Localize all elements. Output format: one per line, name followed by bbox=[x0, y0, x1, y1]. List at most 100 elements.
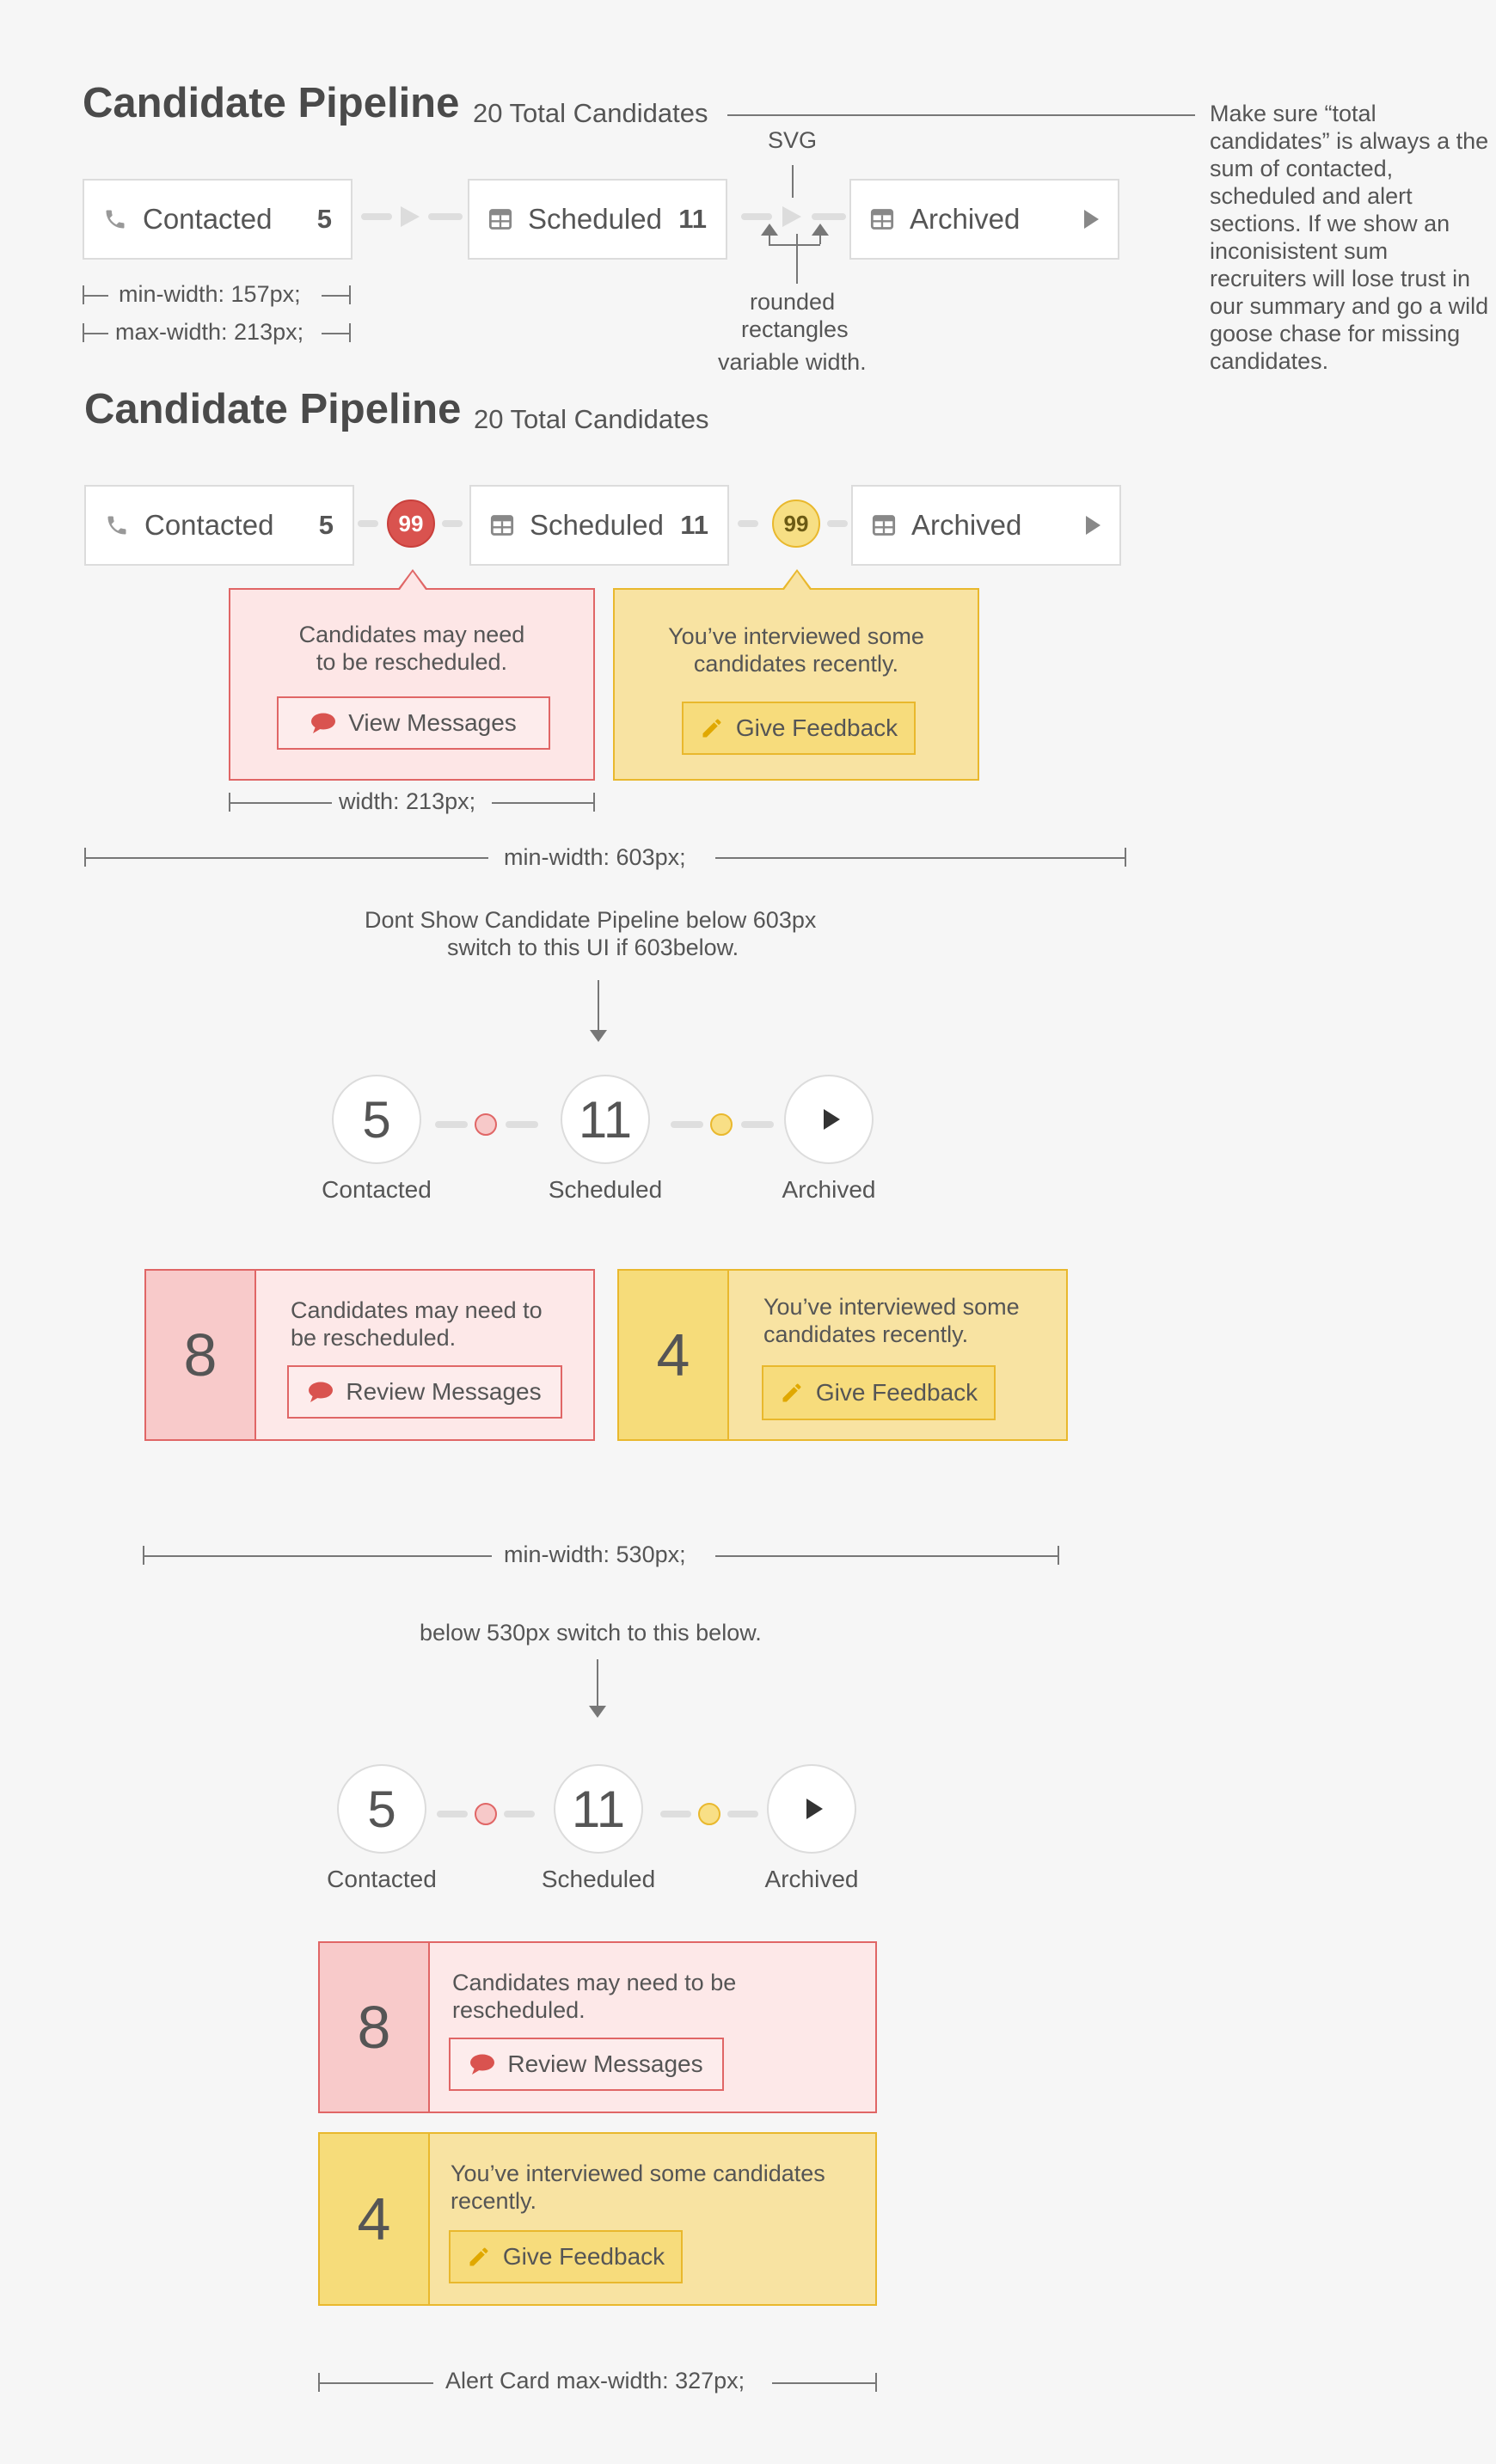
circle-contacted[interactable]: 5 bbox=[337, 1764, 426, 1854]
connector bbox=[827, 520, 848, 527]
calendar-icon bbox=[487, 205, 514, 233]
alert-message: Candidates may need to be rescheduled. bbox=[291, 1297, 543, 1351]
circle-archived[interactable] bbox=[784, 1075, 874, 1164]
alert-count: 4 bbox=[320, 2134, 430, 2304]
alert-badge-yellow[interactable]: 99 bbox=[772, 500, 820, 548]
arrow-up-icon bbox=[812, 224, 829, 236]
give-feedback-button[interactable]: Give Feedback bbox=[682, 702, 916, 755]
compact-min-width-annotation: min-width: 530px; bbox=[504, 1542, 686, 1567]
popover-reschedule: Candidates may need to be rescheduled. V… bbox=[229, 569, 595, 781]
alert-dot-yellow[interactable] bbox=[698, 1803, 720, 1825]
connector bbox=[741, 213, 772, 220]
side-note: Make sure “total candidates” is always a… bbox=[1210, 101, 1489, 374]
note-leader-line bbox=[727, 114, 1195, 116]
popover-width-annotation: width: 213px; bbox=[339, 788, 476, 814]
connector bbox=[671, 1121, 703, 1128]
calendar-icon bbox=[868, 205, 896, 233]
total-candidates: 20 Total Candidates bbox=[474, 404, 709, 434]
alert-message: Candidates may need to be rescheduled. bbox=[452, 1970, 737, 2023]
page-title: Candidate Pipeline bbox=[84, 386, 462, 432]
circle-label: Scheduled bbox=[548, 1176, 663, 1203]
connector bbox=[738, 520, 758, 527]
give-feedback-button[interactable]: Give Feedback bbox=[762, 1365, 996, 1420]
alert-dot-red[interactable] bbox=[475, 1113, 497, 1136]
alert-card-reschedule: 8 Candidates may need to be rescheduled.… bbox=[318, 1941, 877, 2113]
variable-width-annotation: variable width. bbox=[718, 349, 867, 375]
alert-dot-red[interactable] bbox=[475, 1803, 497, 1825]
stage-label: Contacted bbox=[143, 203, 273, 235]
pencil-icon bbox=[467, 2245, 491, 2269]
circle-label: Archived bbox=[782, 1176, 876, 1203]
alert-card-reschedule: 8 Candidates may need to be rescheduled.… bbox=[144, 1269, 595, 1441]
circle-contacted[interactable]: 5 bbox=[332, 1075, 421, 1164]
stage-archived[interactable]: Archived bbox=[851, 485, 1121, 566]
speech-bubble-icon bbox=[310, 712, 336, 734]
connector bbox=[504, 1811, 535, 1817]
connector-arrow-icon bbox=[401, 206, 420, 227]
speech-bubble-icon bbox=[469, 2053, 495, 2075]
connector bbox=[437, 1811, 468, 1817]
svg-annotation: SVG bbox=[768, 127, 818, 153]
alert-card-feedback: 4 You’ve interviewed some candidates rec… bbox=[318, 2132, 877, 2306]
stage-scheduled[interactable]: Scheduled 11 bbox=[469, 485, 729, 566]
stage-contacted[interactable]: Contacted 5 bbox=[83, 179, 353, 260]
popover-message: You’ve interviewed some candidates recen… bbox=[668, 623, 924, 677]
popover-feedback: You’ve interviewed some candidates recen… bbox=[613, 569, 979, 781]
play-icon bbox=[806, 1799, 823, 1819]
review-messages-button[interactable]: Review Messages bbox=[449, 2038, 724, 2091]
stage-label: Scheduled bbox=[530, 509, 664, 541]
stage-label: Archived bbox=[910, 203, 1021, 235]
speech-bubble-icon bbox=[308, 1381, 334, 1403]
play-icon bbox=[823, 1109, 840, 1130]
stage-archived[interactable]: Archived bbox=[849, 179, 1119, 260]
give-feedback-button[interactable]: Give Feedback bbox=[449, 2230, 683, 2283]
connector bbox=[442, 520, 463, 527]
circle-label: Archived bbox=[764, 1866, 859, 1892]
play-icon bbox=[1084, 210, 1099, 229]
rounded-pointer-line bbox=[796, 234, 798, 284]
play-icon bbox=[1086, 516, 1101, 535]
connector bbox=[741, 1121, 774, 1128]
circle-scheduled[interactable]: 11 bbox=[554, 1764, 643, 1854]
alert-dot-yellow[interactable] bbox=[710, 1113, 733, 1136]
stage-count: 5 bbox=[316, 204, 332, 234]
alert-badge-red[interactable]: 99 bbox=[387, 500, 435, 548]
stage-count: 5 bbox=[318, 510, 334, 540]
min-width-annotation: min-width: 157px; bbox=[119, 281, 301, 307]
alert-card-max-width-annotation: Alert Card max-width: 327px; bbox=[445, 2368, 745, 2394]
stage-label: Archived bbox=[911, 509, 1022, 541]
alert-count: 4 bbox=[619, 1271, 729, 1439]
connector bbox=[660, 1811, 691, 1817]
connector bbox=[428, 213, 463, 220]
review-messages-button[interactable]: Review Messages bbox=[287, 1365, 562, 1419]
arrow-down-icon bbox=[589, 1706, 606, 1718]
svg-pointer-line bbox=[792, 165, 794, 198]
breakpoint-note: below 530px switch to this below. bbox=[420, 1620, 762, 1646]
stage-scheduled[interactable]: Scheduled 11 bbox=[468, 179, 727, 260]
alert-message: You’ve interviewed some candidates recen… bbox=[763, 1294, 1020, 1347]
connector bbox=[506, 1121, 538, 1128]
breakpoint-note: Dont Show Candidate Pipeline below 603px bbox=[365, 907, 817, 933]
circle-scheduled[interactable]: 11 bbox=[561, 1075, 650, 1164]
view-messages-button[interactable]: View Messages bbox=[277, 696, 550, 750]
breakpoint-note: switch to this UI if 603below. bbox=[447, 935, 739, 960]
calendar-icon bbox=[870, 512, 898, 539]
rounded-pointer-line bbox=[769, 244, 820, 246]
rounded-annotation: rounded bbox=[750, 289, 836, 315]
max-width-annotation: max-width: 213px; bbox=[115, 319, 304, 345]
connector bbox=[361, 213, 392, 220]
connector bbox=[435, 1121, 468, 1128]
pipeline-min-width-annotation: min-width: 603px; bbox=[504, 844, 686, 870]
svg-arrow-icon bbox=[782, 206, 801, 227]
stage-count: 11 bbox=[678, 204, 707, 234]
calendar-icon bbox=[488, 512, 516, 539]
alert-card-feedback: 4 You’ve interviewed some candidates rec… bbox=[617, 1269, 1068, 1441]
stage-label: Scheduled bbox=[528, 203, 662, 235]
alert-message: You’ve interviewed some candidates recen… bbox=[451, 2161, 825, 2214]
phone-icon bbox=[101, 205, 129, 233]
connector bbox=[727, 1811, 758, 1817]
page-title: Candidate Pipeline bbox=[83, 80, 460, 126]
circle-archived[interactable] bbox=[767, 1764, 856, 1854]
stage-contacted[interactable]: Contacted 5 bbox=[84, 485, 354, 566]
total-candidates: 20 Total Candidates bbox=[473, 98, 708, 128]
